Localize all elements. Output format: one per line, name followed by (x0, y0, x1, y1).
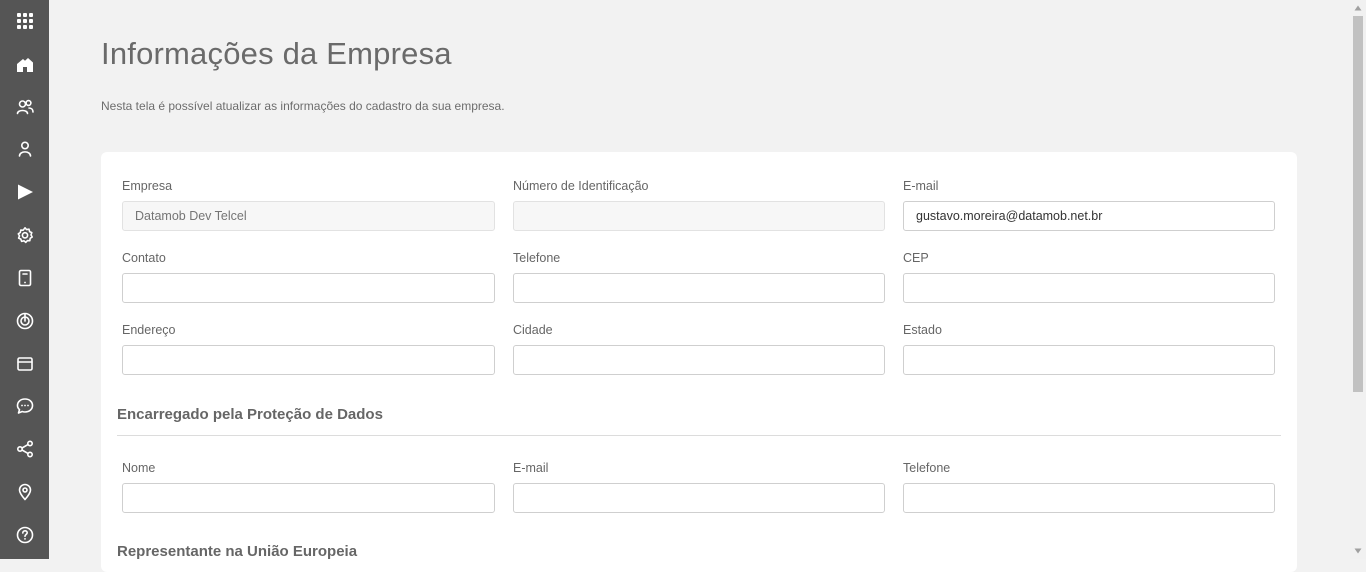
cidade-input[interactable] (513, 345, 885, 375)
company-form-card: Empresa Número de Identificação E-mail C… (101, 152, 1297, 572)
apps-grid-icon (16, 13, 33, 29)
nav-apps[interactable] (0, 0, 49, 42)
nav-chat[interactable] (0, 385, 49, 427)
nav-target[interactable] (0, 300, 49, 342)
scroll-down-arrow[interactable] (1350, 543, 1366, 559)
cidade-label: Cidade (513, 323, 553, 337)
nav-play[interactable] (0, 171, 49, 213)
user-icon (18, 141, 31, 157)
scroll-up-arrow[interactable] (1350, 0, 1366, 16)
estado-input[interactable] (903, 345, 1275, 375)
dpo-email-label: E-mail (513, 461, 549, 475)
numero-identificacao-label: Número de Identificação (513, 179, 649, 193)
target-icon (16, 312, 33, 330)
home-icon (16, 58, 33, 72)
sidebar (0, 0, 49, 559)
endereco-input[interactable] (122, 345, 495, 375)
eu-rep-section-title: Representante na União Europeia (117, 543, 358, 560)
cep-label: CEP (903, 251, 929, 265)
page-title: Informações da Empresa (101, 36, 452, 71)
page-scrollbar[interactable] (1350, 0, 1366, 559)
estado-label: Estado (903, 323, 942, 337)
nav-settings[interactable] (0, 214, 49, 256)
nav-window[interactable] (0, 343, 49, 385)
endereco-label: Endereço (122, 323, 176, 337)
share-icon (16, 440, 33, 458)
empresa-input (122, 201, 495, 231)
telefone-input[interactable] (513, 273, 885, 303)
nav-devices[interactable] (0, 257, 49, 299)
location-pin-icon (18, 483, 31, 501)
scroll-thumb[interactable] (1353, 16, 1363, 392)
nav-home[interactable] (0, 43, 49, 85)
chat-icon (16, 398, 33, 414)
empresa-label: Empresa (122, 179, 173, 193)
tablet-icon (18, 269, 31, 287)
gear-icon (17, 227, 33, 244)
triangle-down-icon (1354, 548, 1362, 554)
nav-share[interactable] (0, 428, 49, 470)
telefone-label: Telefone (513, 251, 561, 265)
email-label: E-mail (903, 179, 939, 193)
cep-input[interactable] (903, 273, 1275, 303)
nav-location[interactable] (0, 471, 49, 513)
page-subtitle: Nesta tela é possível atualizar as infor… (101, 99, 505, 113)
dpo-nome-label: Nome (122, 461, 156, 475)
help-icon (16, 526, 33, 544)
nav-users[interactable] (0, 86, 49, 128)
dpo-telefone-label: Telefone (903, 461, 951, 475)
triangle-up-icon (1354, 5, 1362, 11)
play-icon (17, 184, 33, 200)
users-icon (16, 99, 34, 115)
dpo-divider (117, 435, 1281, 436)
numero-identificacao-input (513, 201, 885, 231)
dpo-nome-input[interactable] (122, 483, 495, 513)
contato-input[interactable] (122, 273, 495, 303)
dpo-section-title: Encarregado pela Proteção de Dados (117, 406, 383, 423)
main-content: Informações da Empresa Nesta tela é poss… (49, 0, 1350, 572)
nav-profile[interactable] (0, 128, 49, 170)
dpo-email-input[interactable] (513, 483, 885, 513)
contato-label: Contato (122, 251, 166, 265)
email-input[interactable] (903, 201, 1275, 231)
window-icon (16, 357, 33, 371)
dpo-telefone-input[interactable] (903, 483, 1275, 513)
nav-help[interactable] (0, 514, 49, 556)
